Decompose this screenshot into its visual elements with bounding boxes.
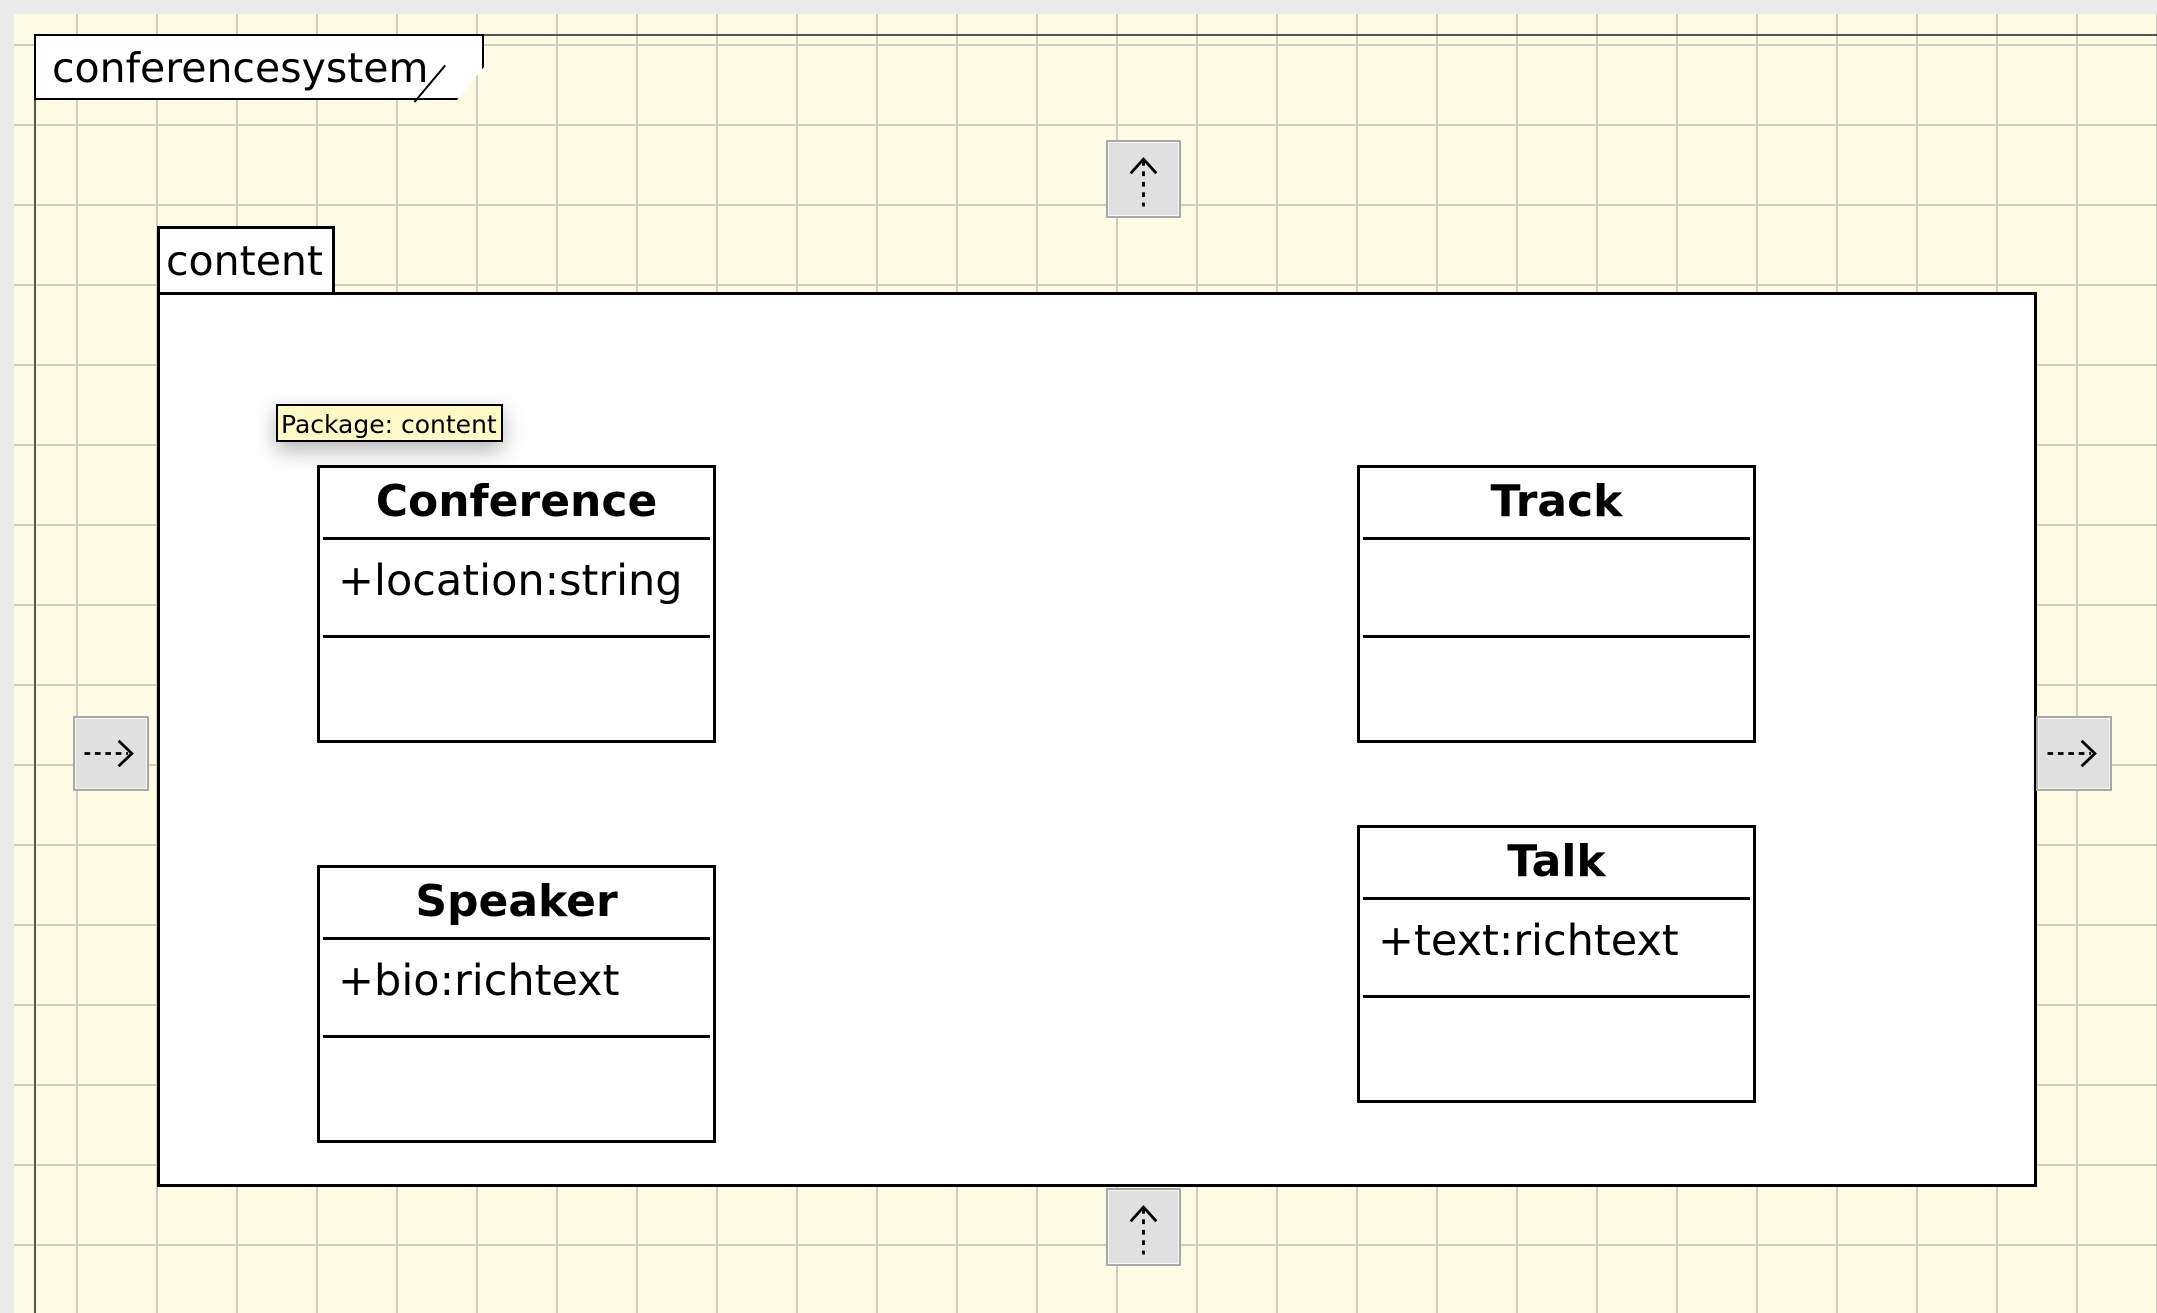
- package-tooltip: Package: content: [276, 404, 503, 442]
- class-talk[interactable]: Talk +text:richtext: [1357, 825, 1756, 1103]
- left-resize-handle[interactable]: [73, 716, 149, 791]
- outer-package-label[interactable]: conferencesystem: [34, 34, 484, 100]
- class-operations: [320, 638, 713, 734]
- class-operations: [320, 1038, 713, 1134]
- class-name: Speaker: [323, 868, 710, 940]
- class-attribute: +text:richtext: [1363, 900, 1750, 998]
- dashed-arrow-right-icon: [84, 739, 134, 768]
- dashed-arrow-up-icon: [1129, 1204, 1158, 1255]
- class-name: Conference: [323, 468, 710, 540]
- dashed-arrow-up-icon: [1129, 156, 1158, 207]
- class-operations: [1360, 998, 1753, 1094]
- class-attribute: +location:string: [323, 540, 710, 638]
- class-attributes: [1363, 540, 1750, 638]
- class-attribute: +bio:richtext: [323, 940, 710, 1038]
- class-speaker[interactable]: Speaker +bio:richtext: [317, 865, 716, 1143]
- class-operations: [1360, 638, 1753, 734]
- bottom-resize-handle[interactable]: [1106, 1188, 1181, 1266]
- class-name: Track: [1363, 468, 1750, 540]
- class-track[interactable]: Track: [1357, 465, 1756, 743]
- class-conference[interactable]: Conference +location:string: [317, 465, 716, 743]
- right-resize-handle[interactable]: [2036, 716, 2112, 791]
- class-name: Talk: [1363, 828, 1750, 900]
- top-resize-handle[interactable]: [1106, 140, 1181, 218]
- inner-package-label[interactable]: content: [157, 226, 335, 295]
- dashed-arrow-right-icon: [2047, 739, 2097, 768]
